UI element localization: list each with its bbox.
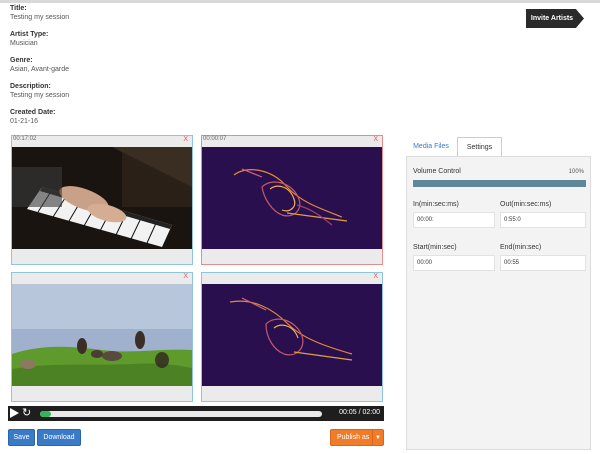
in-time-input[interactable]: 00:00: (413, 212, 495, 228)
violin-visualizer (202, 147, 382, 249)
out-time-input[interactable]: 0:55:0 (500, 212, 586, 228)
video-tile-violin[interactable]: X (201, 272, 383, 402)
end-time-input[interactable]: 00:55 (500, 255, 586, 271)
tile-timestamp: 00:17:02 (13, 136, 37, 142)
description-value: Testing my session (10, 92, 70, 99)
publish-as-label: Publish as (337, 434, 370, 441)
loop-icon[interactable]: ↻ (22, 407, 31, 419)
invite-artists-button[interactable]: Invite Artists (526, 9, 584, 28)
in-time-label: In(min:sec:ms) (413, 201, 459, 208)
top-divider (0, 0, 600, 3)
media-player: ↻ 00:05 / 02:00 (8, 406, 384, 421)
close-icon[interactable]: X (373, 273, 378, 280)
video-tile-violin-active[interactable]: 00:00:07 X (201, 135, 383, 265)
artist-type-group: Artist Type: Musician (10, 30, 310, 56)
volume-control-label: Volume Control (413, 168, 461, 175)
play-icon[interactable] (10, 408, 19, 418)
start-time-input[interactable]: 00:00 (413, 255, 495, 271)
close-icon[interactable]: X (183, 136, 188, 143)
publish-as-button[interactable]: Publish as ▼ (330, 429, 384, 446)
video-tile-birds[interactable]: X (11, 272, 193, 402)
created-date-label: Created Date: (10, 109, 56, 116)
tab-settings[interactable]: Settings (457, 137, 502, 156)
created-date-value: 01-21-16 (10, 118, 39, 125)
seek-progress (40, 411, 52, 417)
tile-timestamp: 00:00:07 (203, 136, 227, 142)
settings-panel: Volume Control 100% In(min:sec:ms) 00:00… (406, 156, 591, 450)
start-time-label: Start(min:sec) (413, 244, 457, 251)
piano-video (12, 147, 192, 249)
player-time: 00:05 / 02:00 (339, 409, 380, 416)
volume-percent: 100% (568, 169, 584, 175)
artist-type-label: Artist Type: (10, 31, 49, 38)
seek-bar[interactable] (40, 411, 322, 417)
title-value: Testing my session (10, 14, 70, 21)
out-time-label: Out(min:sec:ms) (500, 201, 552, 208)
description-label: Description: (10, 83, 51, 90)
session-details: Title: Testing my session Artist Type: M… (10, 4, 310, 134)
genre-group: Genre: Asian, Avant-garde (10, 56, 310, 82)
description-group: Description: Testing my session (10, 82, 310, 108)
close-icon[interactable]: X (183, 273, 188, 280)
video-tile-piano[interactable]: 00:17:02 X (11, 135, 193, 265)
created-date-group: Created Date: 01-21-16 (10, 108, 310, 134)
birds-video (12, 284, 192, 386)
end-time-label: End(min:sec) (500, 244, 542, 251)
violin-visualizer-2 (202, 284, 382, 386)
save-button[interactable]: Save (8, 429, 35, 446)
genre-value: Asian, Avant-garde (10, 66, 70, 73)
volume-slider[interactable] (413, 180, 586, 187)
close-icon[interactable]: X (373, 136, 378, 143)
chevron-down-icon[interactable]: ▼ (372, 430, 383, 445)
title-label: Title: (10, 5, 27, 12)
title-group: Title: Testing my session (10, 4, 310, 30)
genre-label: Genre: (10, 57, 33, 64)
download-button[interactable]: Download (37, 429, 81, 446)
tab-media-files[interactable]: Media Files (406, 137, 456, 156)
artist-type-value: Musician (10, 40, 38, 47)
